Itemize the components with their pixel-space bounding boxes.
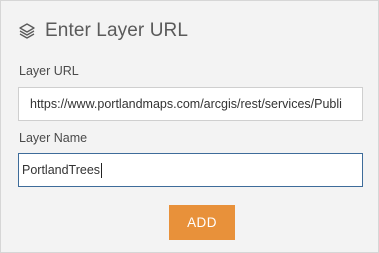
layer-name-value: PortlandTrees xyxy=(22,163,101,177)
layer-name-label: Layer Name xyxy=(19,131,88,145)
add-button[interactable]: ADD xyxy=(169,205,235,240)
layer-url-label: Layer URL xyxy=(19,64,79,78)
enter-layer-url-panel: Enter Layer URL Layer URL https://www.po… xyxy=(0,0,379,253)
layers-icon xyxy=(17,21,37,41)
panel-title: Enter Layer URL xyxy=(45,20,189,41)
text-caret xyxy=(101,163,103,179)
layer-url-value: https://www.portlandmaps.com/arcgis/rest… xyxy=(30,97,342,111)
panel-header: Enter Layer URL xyxy=(17,17,188,45)
layer-url-input[interactable]: https://www.portlandmaps.com/arcgis/rest… xyxy=(18,87,363,121)
layer-name-input[interactable]: PortlandTrees xyxy=(18,153,363,187)
